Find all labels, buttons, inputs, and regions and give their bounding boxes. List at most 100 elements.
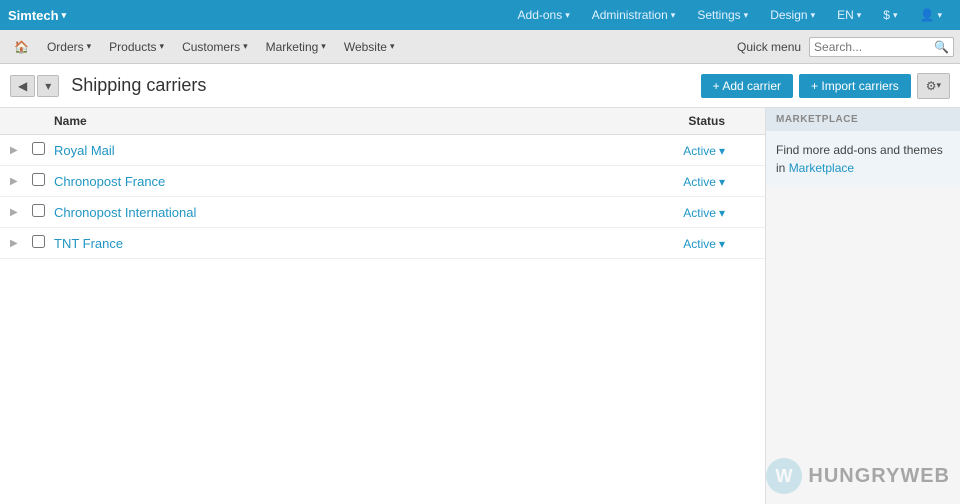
active-status-1[interactable]: Active ▾ [683,144,725,158]
svg-text:W: W [776,466,793,486]
nav-marketing[interactable]: Marketing ▾ [258,35,334,59]
sidebar: MARKETPLACE Find more add-ons and themes… [765,108,960,504]
checkbox-4[interactable] [32,235,45,248]
table-row[interactable]: ▶ TNT France Active ▾ [0,228,765,259]
top-navigation-bar: Simtech ▾ Add-ons ▾ Administration ▾ Set… [0,0,960,30]
nav-customers[interactable]: Customers ▾ [174,35,256,59]
top-bar-right: Add-ons ▾ Administration ▾ Settings ▾ De… [508,4,952,26]
expand-icon[interactable]: ▶ [10,176,32,187]
nav-website[interactable]: Website ▾ [336,35,403,59]
nav-products[interactable]: Products ▾ [101,35,172,59]
settings-chevron-icon: ▾ [744,10,749,21]
marketplace-header: MARKETPLACE [766,108,960,131]
design-label: Design [770,8,807,22]
brand-logo[interactable]: Simtech ▾ [8,8,66,23]
watermark-text: HUNGRYWEB [808,465,950,488]
top-nav-design[interactable]: Design ▾ [760,4,825,26]
status-label-3: Active [683,206,716,220]
status-badge-2: Active ▾ [635,174,755,189]
row-checkbox-4[interactable] [32,235,54,251]
main-area: Name Status ▶ Royal Mail Active ▾ ▶ Chro… [0,108,960,504]
status-label-1: Active [683,144,716,158]
row-checkbox-2[interactable] [32,173,54,189]
currency-chevron-icon: ▾ [893,10,898,21]
expand-icon[interactable]: ▶ [10,207,32,218]
marketing-chevron-icon: ▾ [321,41,326,52]
table-row[interactable]: ▶ Chronopost France Active ▾ [0,166,765,197]
gear-icon: ⚙ [926,79,937,93]
status-badge-4: Active ▾ [635,236,755,251]
row-checkbox-1[interactable] [32,142,54,158]
top-bar-left: Simtech ▾ [8,8,66,23]
page-title: Shipping carriers [71,75,206,96]
marketplace-link[interactable]: Marketplace [789,161,854,175]
administration-chevron-icon: ▾ [671,10,676,21]
import-carriers-label: + Import carriers [811,79,899,93]
top-nav-language[interactable]: EN ▾ [827,4,871,26]
search-icon[interactable]: 🔍 [934,40,949,54]
active-status-4[interactable]: Active ▾ [683,237,725,251]
orders-chevron-icon: ▾ [87,41,92,52]
top-nav-settings[interactable]: Settings ▾ [687,4,758,26]
active-status-3[interactable]: Active ▾ [683,206,725,220]
administration-label: Administration [592,8,668,22]
add-carrier-label: + Add carrier [713,79,781,93]
expand-icon[interactable]: ▶ [10,238,32,249]
home-icon: 🏠 [14,40,29,54]
currency-label: $ [883,8,890,22]
status-chevron-1: ▾ [719,144,725,158]
search-input[interactable] [814,40,934,54]
status-chevron-4: ▾ [719,237,725,251]
top-nav-administration[interactable]: Administration ▾ [582,4,686,26]
quick-menu-button[interactable]: Quick menu [737,40,801,54]
expand-icon[interactable]: ▶ [10,145,32,156]
addons-chevron-icon: ▾ [565,10,570,21]
status-badge-3: Active ▾ [635,205,755,220]
addons-label: Add-ons [518,8,563,22]
language-chevron-icon: ▾ [857,10,862,21]
nav-home[interactable]: 🏠 [6,35,37,59]
checkbox-1[interactable] [32,142,45,155]
name-col-header: Name [54,114,635,128]
table-row[interactable]: ▶ Royal Mail Active ▾ [0,135,765,166]
products-label: Products [109,40,156,54]
top-nav-currency[interactable]: $ ▾ [873,4,907,26]
status-label-4: Active [683,237,716,251]
user-chevron-icon: ▾ [937,10,942,21]
design-chevron-icon: ▾ [811,10,816,21]
carrier-name-4[interactable]: TNT France [54,236,635,251]
import-carriers-button[interactable]: + Import carriers [799,74,911,98]
add-carrier-button[interactable]: + Add carrier [701,74,793,98]
status-chevron-3: ▾ [719,206,725,220]
status-chevron-2: ▾ [719,175,725,189]
secondary-navigation-bar: 🏠 Orders ▾ Products ▾ Customers ▾ Market… [0,30,960,64]
dropdown-icon: ▾ [45,79,51,93]
settings-label: Settings [697,8,740,22]
table-area: Name Status ▶ Royal Mail Active ▾ ▶ Chro… [0,108,765,504]
top-nav-user[interactable]: 👤 ▾ [910,4,952,26]
watermark-logo-icon: W [766,458,802,494]
active-status-2[interactable]: Active ▾ [683,175,725,189]
status-label-2: Active [683,175,716,189]
search-box: 🔍 [809,37,954,57]
row-checkbox-3[interactable] [32,204,54,220]
carrier-name-2[interactable]: Chronopost France [54,174,635,189]
back-icon: ◀ [18,79,27,93]
checkbox-3[interactable] [32,204,45,217]
brand-chevron-icon: ▾ [62,10,67,21]
orders-label: Orders [47,40,84,54]
carrier-name-1[interactable]: Royal Mail [54,143,635,158]
customers-label: Customers [182,40,240,54]
table-header: Name Status [0,108,765,135]
settings-button[interactable]: ⚙ ▾ [917,73,950,99]
status-col-header: Status [635,114,755,128]
watermark: W HUNGRYWEB [766,458,950,494]
user-icon: 👤 [920,8,935,22]
top-nav-addons[interactable]: Add-ons ▾ [508,4,580,26]
table-row[interactable]: ▶ Chronopost International Active ▾ [0,197,765,228]
carrier-name-3[interactable]: Chronopost International [54,205,635,220]
dropdown-button[interactable]: ▾ [37,75,59,97]
nav-orders[interactable]: Orders ▾ [39,35,99,59]
back-button[interactable]: ◀ [10,75,35,97]
checkbox-2[interactable] [32,173,45,186]
